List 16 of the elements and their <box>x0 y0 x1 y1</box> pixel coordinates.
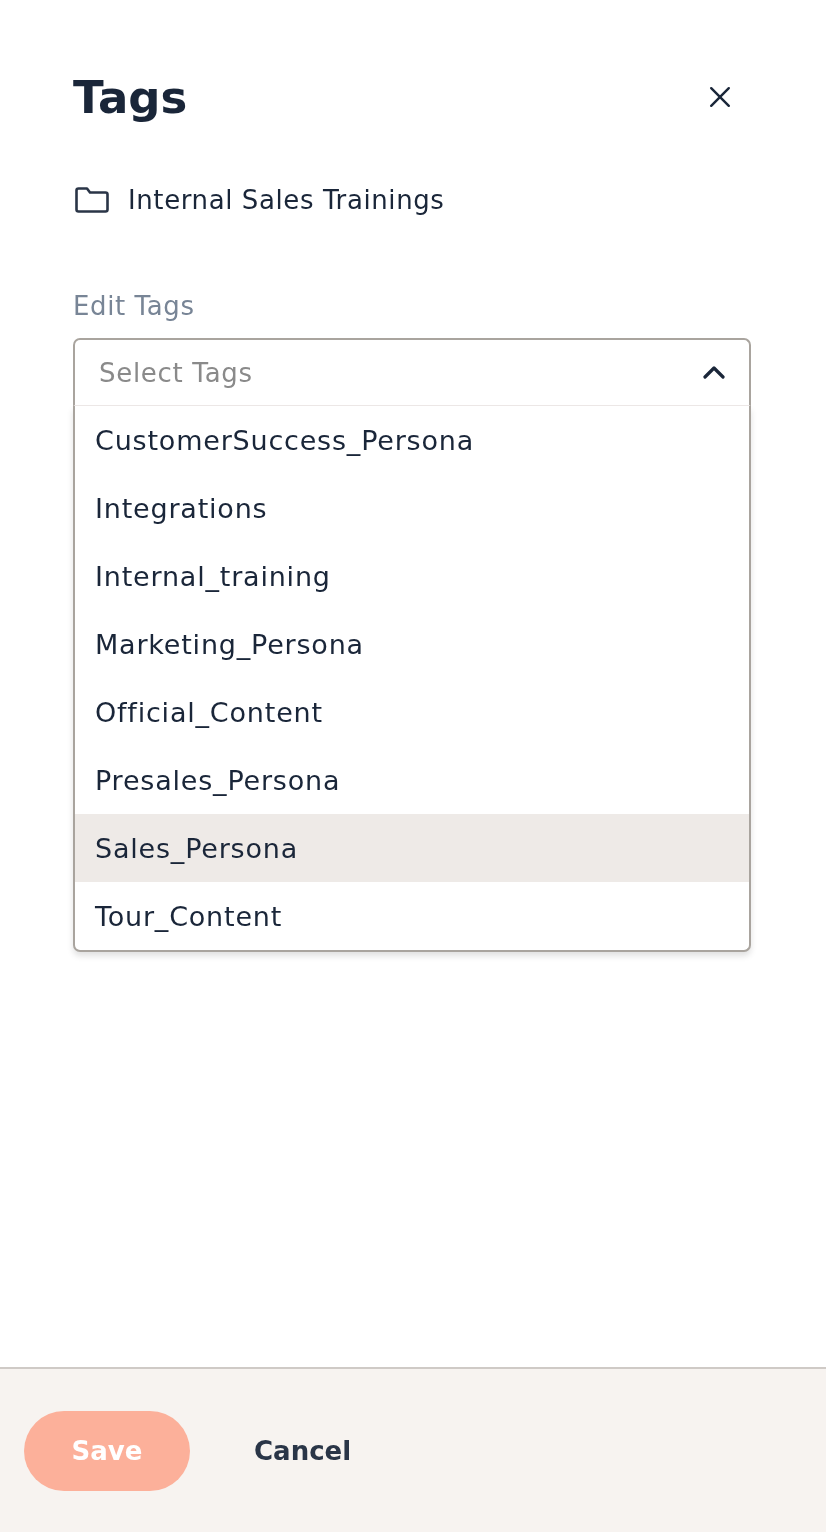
tag-option[interactable]: Integrations <box>75 474 749 542</box>
tag-option[interactable]: Presales_Persona <box>75 746 749 814</box>
tag-option[interactable]: Tour_Content <box>75 882 749 950</box>
cancel-button[interactable]: Cancel <box>230 1425 376 1476</box>
panel-title: Tags <box>73 74 188 120</box>
tag-option[interactable]: Sales_Persona <box>75 814 749 882</box>
tag-select-field[interactable]: Select Tags <box>73 338 751 406</box>
tag-option[interactable]: CustomerSuccess_Persona <box>75 406 749 474</box>
tag-option[interactable]: Official_Content <box>75 678 749 746</box>
folder-name: Internal Sales Trainings <box>128 185 445 215</box>
chevron-icon[interactable] <box>703 365 725 379</box>
tag-option[interactable]: Internal_training <box>75 542 749 610</box>
field-label: Edit Tags <box>73 290 195 323</box>
folder-icon <box>75 187 109 213</box>
tag-option[interactable]: Marketing_Persona <box>75 610 749 678</box>
close-icon[interactable] <box>709 86 731 108</box>
